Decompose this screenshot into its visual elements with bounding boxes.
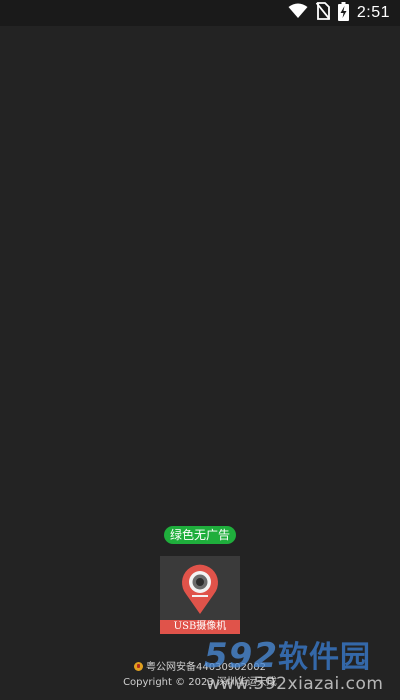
usb-camera-app-icon: USB摄像机: [160, 556, 240, 634]
ad-free-badge: 绿色无广告: [164, 526, 236, 544]
watermark-brand-digits: 592: [204, 636, 278, 676]
no-sim-icon: [315, 2, 331, 24]
battery-charging-icon: [337, 1, 349, 25]
splash-screen: 2:51 绿色无广告 USB摄像机 粤公网安备44030902002 Copyr…: [0, 0, 400, 700]
site-watermark: 592软件园 www.592xiazai.com: [198, 628, 388, 696]
watermark-url: www.592xiazai.com: [206, 674, 384, 694]
status-icons: 2:51: [288, 1, 390, 25]
status-time: 2:51: [356, 4, 390, 21]
wifi-icon: [288, 3, 308, 23]
police-badge-icon: [134, 662, 143, 671]
watermark-brand-cn: 软件园: [277, 640, 371, 675]
status-bar: 2:51: [0, 0, 400, 26]
watermark-logo: 592软件园: [204, 632, 371, 676]
